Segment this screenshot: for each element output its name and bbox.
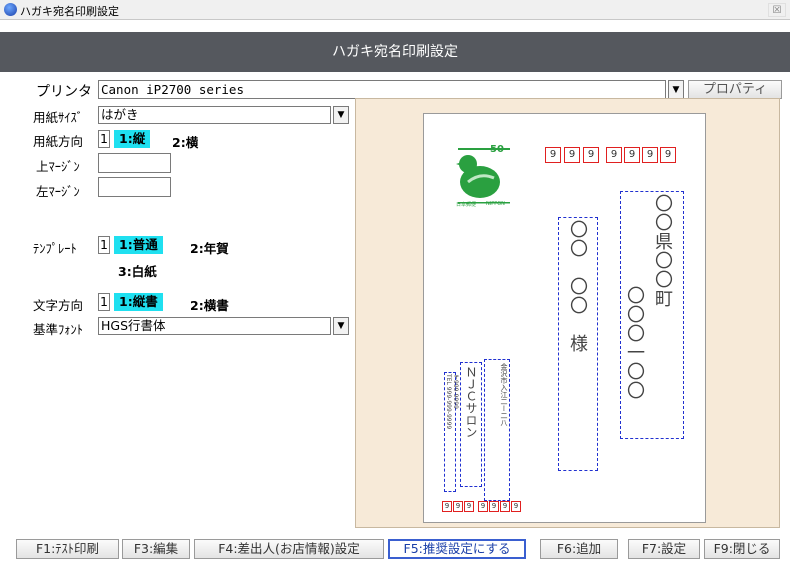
printer-label: プリンタ xyxy=(36,84,92,100)
text-direction-option-vertical[interactable]: 1:縦書 xyxy=(114,293,163,311)
template-option-normal[interactable]: 1:普通 xyxy=(114,236,163,254)
stamp-caption-1: 日本郵便 xyxy=(456,202,477,208)
text-direction-input[interactable]: 1 xyxy=(98,293,110,311)
f5-recommended-settings-button[interactable]: F5:推奨設定にする xyxy=(388,539,526,559)
postal-digit: 9 xyxy=(583,147,599,163)
paper-size-label: 用紙ｻｲｽﾞ xyxy=(33,110,84,125)
template-option-newyear[interactable]: 2:年賀 xyxy=(190,238,229,257)
sender-postal-digit: 9 xyxy=(500,501,510,512)
left-margin-input[interactable] xyxy=(98,177,171,197)
postal-digit: 9 xyxy=(642,147,658,163)
base-font-dropdown-icon[interactable]: ▼ xyxy=(333,317,349,335)
postal-digit: 9 xyxy=(545,147,561,163)
sender-postal-digit: 9 xyxy=(464,501,474,512)
template-input[interactable]: 1 xyxy=(98,236,110,254)
sender-address: 金沢市入江二ー二八 xyxy=(500,363,508,426)
postal-digit: 9 xyxy=(660,147,676,163)
sender-postal-digit: 9 xyxy=(478,501,488,512)
base-font-label: 基準ﾌｫﾝﾄ xyxy=(33,322,84,337)
orientation-label: 用紙方向 xyxy=(33,134,84,149)
f4-sender-settings-button[interactable]: F4:差出人(お店情報)設定 xyxy=(194,539,384,559)
sender-postal-digit: 9 xyxy=(511,501,521,512)
base-font-select[interactable]: HGS行書体 xyxy=(98,317,331,335)
app-icon xyxy=(4,3,17,16)
printer-dropdown-icon[interactable]: ▼ xyxy=(668,80,684,99)
recipient-address-line2: 〇〇〇一〇〇 xyxy=(624,286,645,400)
text-direction-label: 文字方向 xyxy=(33,298,84,313)
stamp-value: 50 xyxy=(490,144,504,155)
stamp-caption-2: NIPPON xyxy=(486,201,505,207)
top-margin-input[interactable] xyxy=(98,153,171,173)
orientation-option-horizontal[interactable]: 2:横 xyxy=(172,132,198,151)
f9-close-button[interactable]: F9:閉じる xyxy=(704,539,780,559)
function-key-bar: F1:ﾃｽﾄ印刷 F3:編集 F4:差出人(お店情報)設定 F5:推奨設定にする… xyxy=(0,535,790,565)
paper-size-select[interactable]: はがき xyxy=(98,106,331,124)
top-margin-label: 上ﾏｰｼﾞﾝ xyxy=(36,159,80,174)
recipient-address-line1: 〇〇県〇〇町 xyxy=(652,194,673,308)
orientation-input[interactable]: 1 xyxy=(98,130,110,148)
sender-postal-digit: 9 xyxy=(442,501,452,512)
f7-settings-button[interactable]: F7:設定 xyxy=(628,539,700,559)
postal-digit: 9 xyxy=(606,147,622,163)
left-margin-label: 左ﾏｰｼﾞﾝ xyxy=(36,184,80,199)
postcard-preview: 50 日本郵便 NIPPON 9 9 9 9 9 9 9 〇〇県〇〇町 〇〇〇一… xyxy=(423,113,706,523)
template-option-blank[interactable]: 3:白紙 xyxy=(118,261,157,280)
property-button[interactable]: プロパティ xyxy=(688,80,782,99)
recipient-name: 〇〇 〇〇 様 xyxy=(567,220,588,353)
paper-size-dropdown-icon[interactable]: ▼ xyxy=(333,106,349,124)
f3-edit-button[interactable]: F3:編集 xyxy=(122,539,190,559)
window-titlebar: ハガキ宛名印刷設定 ☒ xyxy=(0,0,790,20)
text-direction-option-horizontal[interactable]: 2:横書 xyxy=(190,295,229,314)
window-title: ハガキ宛名印刷設定 xyxy=(20,5,119,18)
sender-postal-digit: 9 xyxy=(453,501,463,512)
f1-test-print-button[interactable]: F1:ﾃｽﾄ印刷 xyxy=(16,539,119,559)
close-icon[interactable]: ☒ xyxy=(768,3,786,17)
sender-postal-digit: 9 xyxy=(489,501,499,512)
sender-name: ＮＪＣサロン xyxy=(464,366,478,438)
template-label: ﾃﾝﾌﾟﾚｰﾄ xyxy=(33,241,77,256)
printer-select[interactable]: Canon iP2700 series xyxy=(98,80,666,99)
f6-add-button[interactable]: F6:追加 xyxy=(540,539,618,559)
postal-digit: 9 xyxy=(564,147,580,163)
orientation-option-vertical[interactable]: 1:縦 xyxy=(114,130,151,148)
page-title: ハガキ宛名印刷設定 xyxy=(0,32,790,72)
postal-digit: 9 xyxy=(624,147,640,163)
sender-postal-mark: 〒999-9999 xyxy=(452,374,459,409)
